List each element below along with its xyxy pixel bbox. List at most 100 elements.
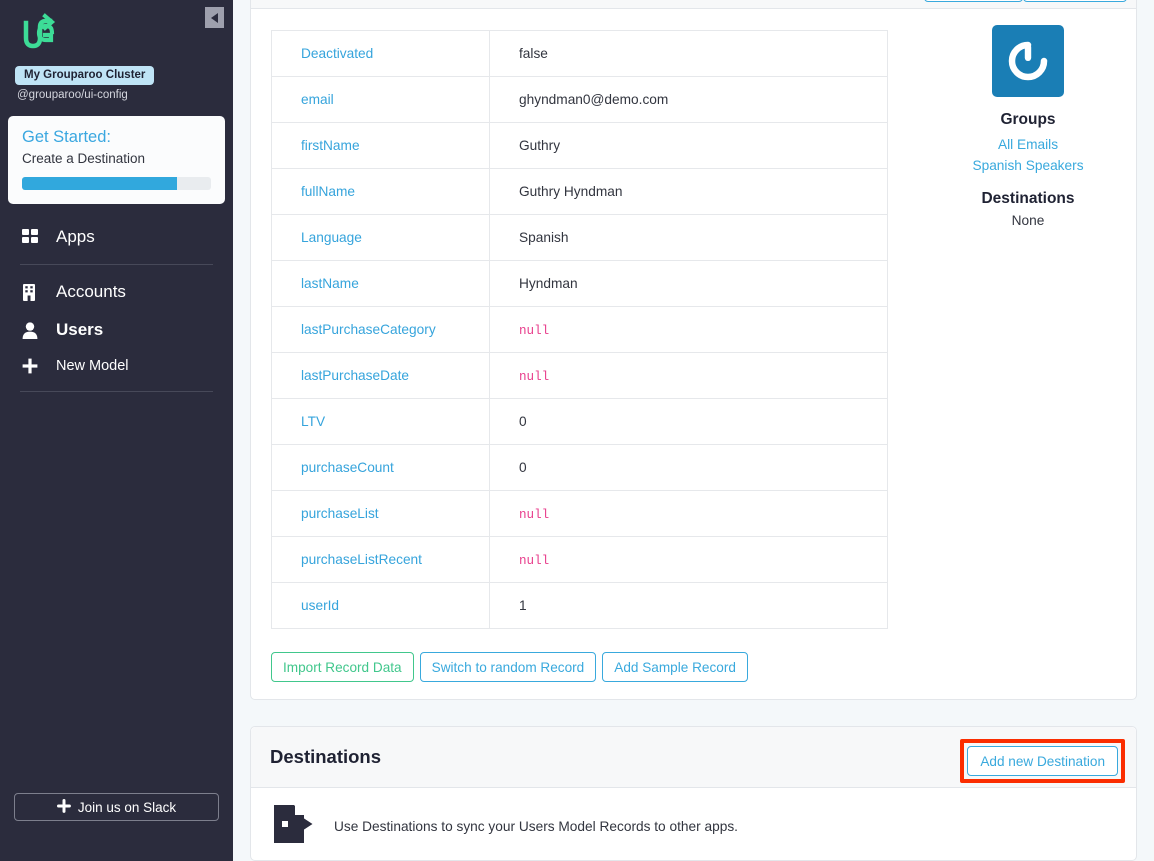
record-card-header bbox=[251, 0, 1136, 9]
record-properties-table: Deactivated false email ghyndman0@demo.com f… bbox=[271, 30, 888, 629]
property-key-cell: firstName bbox=[271, 122, 490, 169]
building-icon bbox=[22, 283, 44, 301]
table-row: userId 1 bbox=[271, 582, 888, 629]
property-key-link[interactable]: email bbox=[301, 92, 334, 107]
property-key-cell: LTV bbox=[271, 398, 490, 445]
null-value: null bbox=[519, 507, 550, 522]
destinations-description: Use Destinations to sync your Users Mode… bbox=[334, 819, 738, 834]
property-key-cell: lastName bbox=[271, 260, 490, 307]
record-card: Deactivated false email ghyndman0@demo.com f… bbox=[250, 0, 1137, 700]
property-key-cell: purchaseCount bbox=[271, 444, 490, 491]
file-export-icon bbox=[270, 802, 314, 851]
property-key-link[interactable]: Language bbox=[301, 230, 362, 245]
destinations-none-label: None bbox=[1011, 213, 1045, 228]
destinations-card: Destinations Add new Destination Use Des… bbox=[250, 726, 1137, 861]
slack-button-label: Join us on Slack bbox=[77, 799, 177, 815]
property-value-cell: null bbox=[489, 490, 888, 537]
table-row: firstName Guthry bbox=[271, 122, 888, 169]
record-header-button-2[interactable] bbox=[1023, 0, 1127, 2]
table-row: Language Spanish bbox=[271, 214, 888, 261]
property-key-link[interactable]: firstName bbox=[301, 138, 360, 153]
avatar bbox=[992, 25, 1064, 97]
destinations-card-body: Use Destinations to sync your Users Mode… bbox=[251, 788, 1136, 861]
table-row: Deactivated false bbox=[271, 30, 888, 77]
sidebar-item-label: Accounts bbox=[56, 282, 126, 301]
property-key-link[interactable]: lastName bbox=[301, 276, 359, 291]
grouparoo-logo-icon[interactable] bbox=[18, 13, 58, 55]
cluster-config-label: @grouparoo/ui-config bbox=[17, 89, 128, 101]
property-key-link[interactable]: purchaseList bbox=[301, 506, 379, 521]
get-started-card[interactable]: Get Started: Create a Destination bbox=[8, 116, 225, 204]
app-root: My Grouparoo Cluster @grouparoo/ui-confi… bbox=[0, 0, 1154, 861]
plus-icon bbox=[22, 358, 44, 374]
property-key-cell: Deactivated bbox=[271, 30, 490, 77]
property-value-cell: Guthry bbox=[489, 122, 888, 169]
user-icon bbox=[22, 321, 44, 339]
sidebar-item-apps[interactable]: Apps bbox=[0, 218, 233, 256]
property-key-cell: purchaseListRecent bbox=[271, 536, 490, 583]
property-key-cell: lastPurchaseCategory bbox=[271, 306, 490, 353]
property-key-link[interactable]: LTV bbox=[301, 414, 325, 429]
table-row: LTV 0 bbox=[271, 398, 888, 445]
property-key-link[interactable]: purchaseListRecent bbox=[301, 552, 422, 567]
sidebar-item-new-model[interactable]: New Model bbox=[0, 349, 233, 383]
get-started-title: Get Started: bbox=[22, 128, 111, 146]
record-header-button-1[interactable] bbox=[924, 0, 1023, 2]
main-content: Deactivated false email ghyndman0@demo.com f… bbox=[233, 0, 1154, 861]
destinations-card-title: Destinations bbox=[270, 746, 382, 767]
group-link[interactable]: All Emails bbox=[938, 134, 1118, 155]
property-key-cell: email bbox=[271, 76, 490, 123]
table-row: email ghyndman0@demo.com bbox=[271, 76, 888, 123]
table-row: lastName Hyndman bbox=[271, 260, 888, 307]
property-value-cell: ghyndman0@demo.com bbox=[489, 76, 888, 123]
null-value: null bbox=[519, 553, 550, 568]
record-action-buttons: Import Record Data Switch to random Reco… bbox=[271, 652, 748, 682]
sidebar-item-accounts[interactable]: Accounts bbox=[0, 273, 233, 311]
table-row: lastPurchaseDate null bbox=[271, 352, 888, 399]
property-value-cell: null bbox=[489, 352, 888, 399]
groups-heading: Groups bbox=[1000, 111, 1056, 128]
property-key-cell: Language bbox=[271, 214, 490, 261]
table-row: fullName Guthry Hyndman bbox=[271, 168, 888, 215]
add-sample-record-button[interactable]: Add Sample Record bbox=[602, 652, 748, 682]
property-value-cell: null bbox=[489, 306, 888, 353]
sidebar-item-label: Apps bbox=[56, 227, 95, 246]
property-value-cell: false bbox=[489, 30, 888, 77]
sidebar-collapse-button[interactable] bbox=[205, 7, 224, 28]
get-started-subtitle: Create a Destination bbox=[22, 151, 146, 166]
sidebar-divider-2 bbox=[20, 391, 213, 392]
property-key-cell: fullName bbox=[271, 168, 490, 215]
property-key-link[interactable]: lastPurchaseCategory bbox=[301, 322, 436, 337]
join-slack-button[interactable]: Join us on Slack bbox=[14, 793, 219, 821]
group-link[interactable]: Spanish Speakers bbox=[938, 155, 1118, 176]
add-new-destination-button[interactable]: Add new Destination bbox=[967, 746, 1118, 776]
table-row: purchaseList null bbox=[271, 490, 888, 537]
rail-spacer bbox=[938, 176, 1118, 190]
chevron-left-icon bbox=[211, 12, 218, 23]
property-key-link[interactable]: fullName bbox=[301, 184, 355, 199]
property-key-cell: userId bbox=[271, 582, 490, 629]
sidebar-nav: Apps Accounts Users New Model bbox=[0, 218, 233, 400]
cluster-badge[interactable]: My Grouparoo Cluster bbox=[15, 66, 155, 85]
property-value-cell: 0 bbox=[489, 444, 888, 491]
property-key-cell: purchaseList bbox=[271, 490, 490, 537]
property-key-link[interactable]: lastPurchaseDate bbox=[301, 368, 409, 383]
slack-icon bbox=[56, 798, 71, 816]
property-value-cell: 1 bbox=[489, 582, 888, 629]
property-value-cell: Spanish bbox=[489, 214, 888, 261]
table-row: purchaseListRecent null bbox=[271, 536, 888, 583]
property-key-cell: lastPurchaseDate bbox=[271, 352, 490, 399]
property-key-link[interactable]: Deactivated bbox=[301, 46, 373, 61]
property-key-link[interactable]: userId bbox=[301, 598, 339, 613]
sidebar: My Grouparoo Cluster @grouparoo/ui-confi… bbox=[0, 0, 233, 861]
import-record-data-button[interactable]: Import Record Data bbox=[271, 652, 414, 682]
table-row: purchaseCount 0 bbox=[271, 444, 888, 491]
sidebar-item-users[interactable]: Users bbox=[0, 311, 233, 349]
property-key-link[interactable]: purchaseCount bbox=[301, 460, 394, 475]
highlight-annotation: Add new Destination bbox=[960, 739, 1125, 783]
record-side-rail: Groups All Emails Spanish Speakers Desti… bbox=[938, 25, 1118, 228]
destinations-card-header: Destinations Add new Destination bbox=[251, 727, 1136, 788]
property-value-cell: 0 bbox=[489, 398, 888, 445]
switch-random-record-button[interactable]: Switch to random Record bbox=[419, 652, 597, 682]
property-value-cell: null bbox=[489, 536, 888, 583]
